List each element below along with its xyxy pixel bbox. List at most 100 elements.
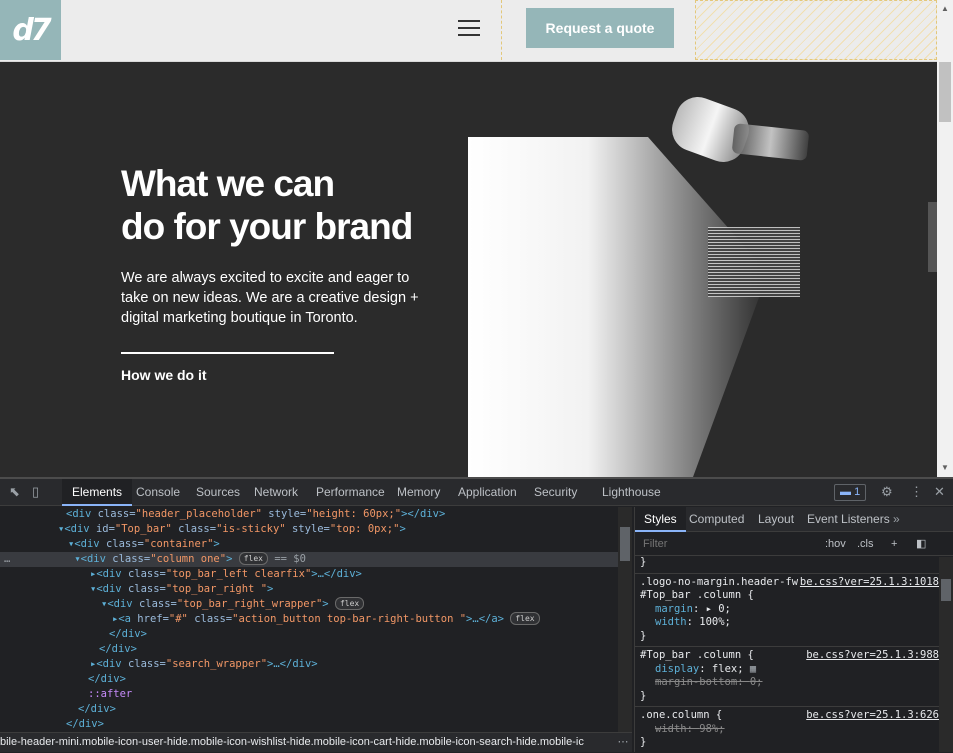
- dom-val: "#": [168, 613, 188, 625]
- close-devtools-icon[interactable]: ✕: [934, 485, 945, 499]
- dom-val: "Top_bar": [114, 523, 172, 535]
- styles-scrollbar-thumb[interactable]: [941, 579, 951, 601]
- scrollbar-thumb[interactable]: [939, 62, 951, 122]
- dom-node[interactable]: </div>: [0, 672, 618, 687]
- tab-lighthouse[interactable]: Lighthouse: [602, 479, 661, 506]
- devtools-panel: ⬉ ▯ Elements Console Sources Network Per…: [0, 477, 953, 752]
- styles-pane: Styles Computed Layout Event Listeners »…: [634, 507, 953, 752]
- dom-node[interactable]: ▸<a href="#" class="action_button top-ba…: [0, 612, 618, 627]
- tab-styles[interactable]: Styles: [635, 507, 686, 532]
- new-rule-plus-icon[interactable]: +: [891, 535, 897, 553]
- dom-node[interactable]: </div>: [0, 642, 618, 657]
- css-value-overridden[interactable]: 98%;: [699, 723, 724, 735]
- tab-application[interactable]: Application: [458, 479, 517, 506]
- dom-attr: class=: [138, 598, 177, 610]
- dom-node-selected[interactable]: … ▾<div class="column one"> flex == $0: [0, 552, 618, 567]
- tab-memory[interactable]: Memory: [397, 479, 440, 506]
- dom-breadcrumb[interactable]: bile-header-mini.mobile-icon-user-hide.m…: [0, 732, 632, 752]
- dom-node[interactable]: <div class="header_placeholder" style="h…: [0, 507, 618, 522]
- style-rule[interactable]: be.css?ver=25.1.3:626 .one.column { widt…: [635, 707, 953, 753]
- css-value-overridden[interactable]: 0;: [750, 676, 763, 688]
- messages-badge[interactable]: ▬ 1: [834, 484, 867, 501]
- tab-security[interactable]: Security: [534, 479, 577, 506]
- dom-node-menu-icon[interactable]: …: [4, 553, 10, 565]
- dom-node[interactable]: ▸<div class="search_wrapper">…</div>: [0, 657, 618, 672]
- dom-node[interactable]: </div>: [0, 627, 618, 642]
- inspect-element-icon[interactable]: ⬉: [9, 485, 20, 499]
- dom-val: "container": [143, 538, 214, 550]
- flex-badge[interactable]: flex: [334, 597, 365, 610]
- hero-title-line: do for your brand: [121, 206, 413, 247]
- dom-node[interactable]: </div>: [0, 717, 618, 732]
- css-property[interactable]: display: [640, 663, 699, 675]
- site-logo[interactable]: d7: [0, 0, 61, 60]
- dom-scrollbar-thumb[interactable]: [620, 527, 630, 561]
- hero-divider: [121, 352, 334, 354]
- dom-node[interactable]: ▾<div class="top_bar_right_wrapper"> fle…: [0, 597, 618, 612]
- flex-badge[interactable]: flex: [510, 612, 540, 625]
- hero-description: We are always excited to excite and eage…: [121, 268, 431, 328]
- class-toggle[interactable]: .cls: [857, 535, 874, 553]
- tab-performance[interactable]: Performance: [316, 479, 385, 506]
- device-toolbar-icon[interactable]: ▯: [32, 485, 39, 499]
- hover-state-toggle[interactable]: :hov: [825, 535, 846, 553]
- dom-attr: class=: [105, 538, 144, 550]
- how-we-do-it-link[interactable]: How we do it: [121, 367, 207, 383]
- scroll-down-icon[interactable]: ▼: [941, 463, 949, 472]
- style-rules: } be.css?ver=25.1.3:1018 .logo-no-margin…: [635, 556, 953, 753]
- scroll-up-icon[interactable]: ▲: [941, 4, 949, 13]
- dom-attr: style=: [285, 523, 330, 535]
- rule-source-link[interactable]: be.css?ver=25.1.3:1018: [800, 576, 939, 590]
- css-property-overridden[interactable]: width: [640, 723, 687, 735]
- hero-text-line: digital marketing boutique in Toronto.: [121, 310, 358, 326]
- dom-val: "top: 0px;": [329, 523, 400, 535]
- hero-section: What we can do for your brand We are alw…: [0, 62, 938, 477]
- style-rule[interactable]: be.css?ver=25.1.3:988 #Top_bar .column {…: [635, 647, 953, 707]
- css-value[interactable]: 100%;: [699, 616, 731, 628]
- tab-elements[interactable]: Elements: [62, 479, 133, 506]
- tab-console[interactable]: Console: [136, 479, 180, 506]
- css-property-overridden[interactable]: margin-bottom: [640, 676, 737, 688]
- dom-node[interactable]: ::after: [0, 687, 618, 702]
- dom-node[interactable]: ▾<div class="top_bar_right ">: [0, 582, 618, 597]
- dom-node[interactable]: ▸<div class="top_bar_left clearfix">…</d…: [0, 567, 618, 582]
- dom-scrollbar[interactable]: [618, 507, 632, 732]
- dom-attr: class=: [127, 583, 166, 595]
- flex-editor-icon[interactable]: ▦: [750, 663, 756, 675]
- flex-badge[interactable]: flex: [238, 552, 268, 565]
- toggle-sidebar-icon[interactable]: ◧: [916, 535, 926, 553]
- css-property[interactable]: margin: [640, 603, 693, 615]
- devtools-tab-bar: ⬉ ▯ Elements Console Sources Network Per…: [0, 479, 953, 506]
- request-quote-button[interactable]: Request a quote: [526, 8, 674, 48]
- hero-text-line: We are always excited to excite and eage…: [121, 270, 410, 286]
- dom-attr: class=: [112, 553, 151, 565]
- more-tabs-chevron-icon[interactable]: »: [893, 507, 900, 532]
- tab-network[interactable]: Network: [254, 479, 298, 506]
- css-value[interactable]: flex;: [712, 663, 744, 675]
- dom-attr: class=: [97, 508, 136, 520]
- tab-layout[interactable]: Layout: [758, 507, 794, 532]
- styles-filter-input[interactable]: [639, 535, 815, 553]
- more-options-icon[interactable]: ⋮: [910, 485, 923, 499]
- tab-sources[interactable]: Sources: [196, 479, 240, 506]
- dom-node[interactable]: ▾<div id="Top_bar" class="is-sticky" sty…: [0, 522, 618, 537]
- page-scrollbar[interactable]: ▲ ▼: [937, 0, 953, 477]
- rule-source-link[interactable]: be.css?ver=25.1.3:988: [806, 649, 939, 663]
- dom-tag: ></div>: [401, 508, 446, 520]
- dom-node[interactable]: </div>: [0, 702, 618, 717]
- styles-scrollbar[interactable]: [939, 557, 953, 752]
- menu-hamburger-icon[interactable]: [458, 20, 480, 37]
- css-property[interactable]: width: [640, 616, 687, 628]
- css-value[interactable]: ▸ 0;: [706, 603, 731, 615]
- rule-source-link[interactable]: be.css?ver=25.1.3:626: [806, 709, 939, 723]
- rule-selector[interactable]: #Top_bar .column {: [640, 589, 949, 603]
- settings-gear-icon[interactable]: ⚙: [881, 485, 893, 499]
- tab-event-listeners[interactable]: Event Listeners: [807, 507, 890, 532]
- style-rule[interactable]: be.css?ver=25.1.3:1018 .logo-no-margin.h…: [635, 574, 953, 647]
- dom-attr: id=: [95, 523, 115, 535]
- dom-node[interactable]: ▾<div class="container">: [0, 537, 618, 552]
- tab-computed[interactable]: Computed: [689, 507, 744, 532]
- breadcrumb-more-icon[interactable]: ⋯: [614, 733, 632, 752]
- dom-val: "header_placeholder": [135, 508, 262, 520]
- dom-tag: <div: [80, 553, 113, 565]
